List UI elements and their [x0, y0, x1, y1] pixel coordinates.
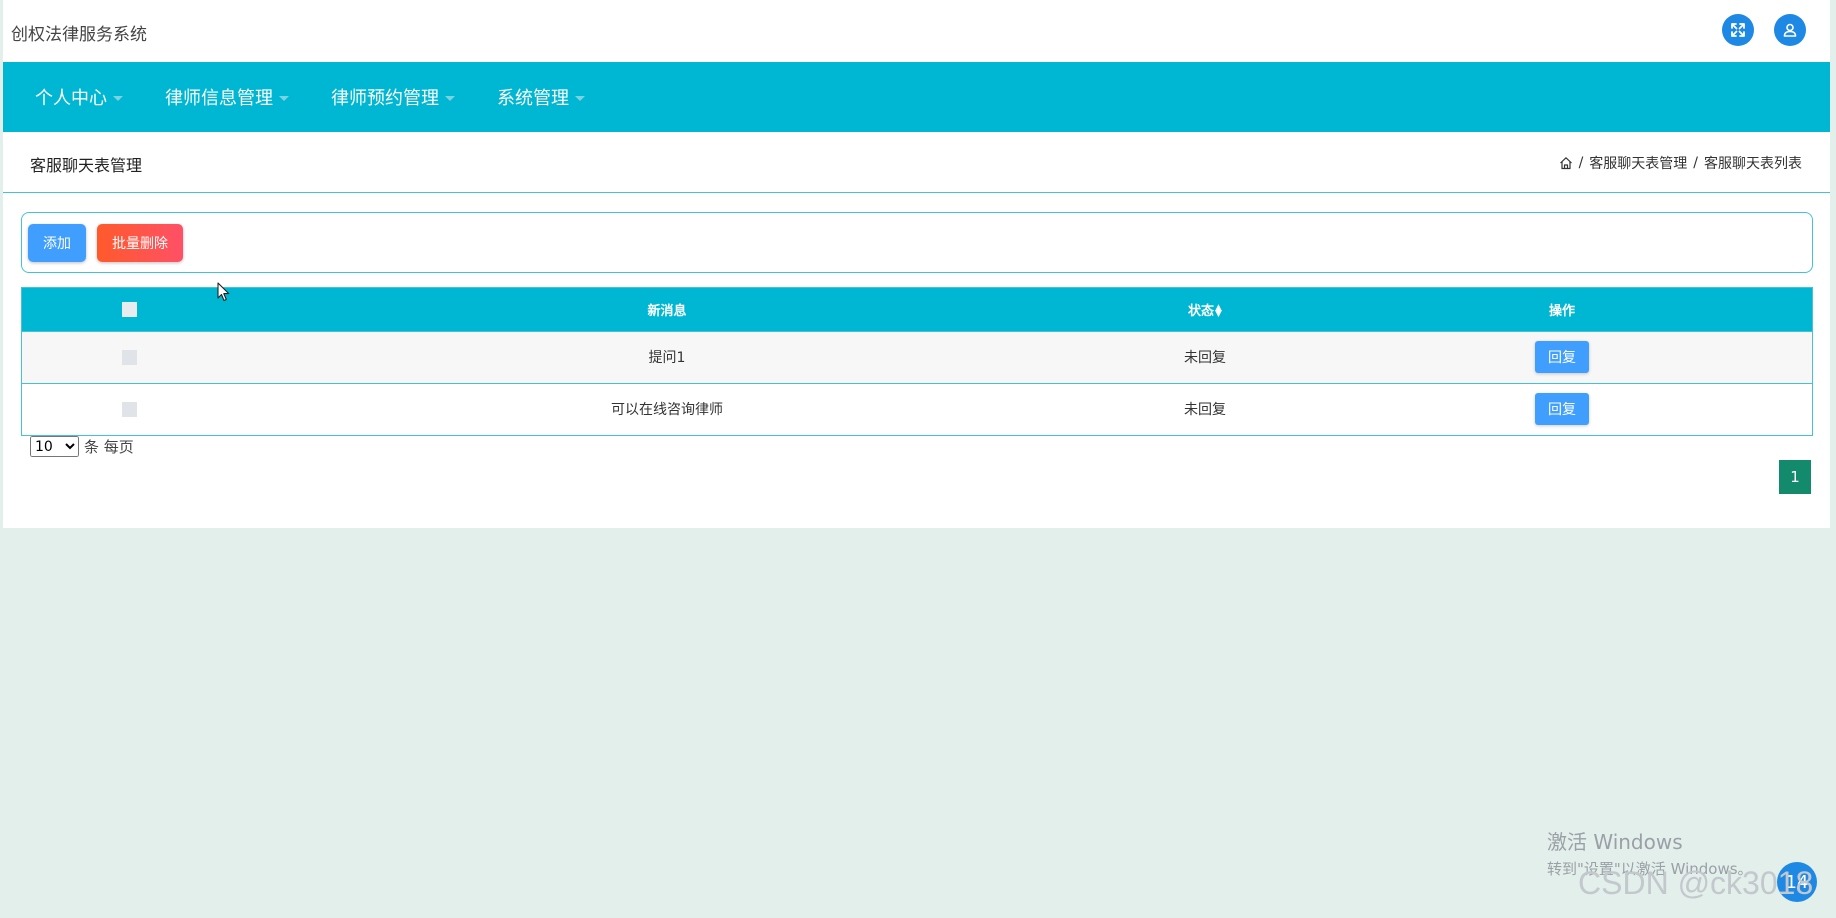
row-select-cell: [22, 331, 236, 383]
select-all-checkbox[interactable]: [121, 301, 137, 317]
status-cell: 未回复: [1184, 402, 1226, 419]
actions-cell: 回复: [1312, 331, 1812, 383]
main-nav: 个人中心 律师信息管理 律师预约管理 系统管理: [3, 62, 1830, 132]
table-header-row: 新消息 状态▲ ▼ 操作: [22, 288, 1812, 331]
row-checkbox[interactable]: [121, 349, 137, 365]
fullscreen-button[interactable]: [1722, 14, 1754, 46]
home-icon[interactable]: [1559, 156, 1573, 170]
top-header: 创权法律服务系统: [3, 0, 1830, 62]
csdn-watermark: CSDN @ck3018: [1578, 865, 1814, 901]
reply-button[interactable]: 回复: [1535, 341, 1589, 373]
user-icon: [1783, 23, 1797, 37]
column-header-status[interactable]: 状态▲ ▼: [1098, 288, 1312, 331]
breadcrumb-item-manage[interactable]: 客服聊天表管理: [1589, 153, 1687, 173]
page-header: 客服聊天表管理 / 客服聊天表管理 / 客服聊天表列表: [3, 132, 1830, 193]
sort-icon[interactable]: ▲ ▼: [1215, 304, 1222, 319]
nav-item-label: 系统管理: [497, 88, 569, 109]
watermark-title: 激活 Windows: [1547, 830, 1683, 854]
nav-item-label: 律师信息管理: [165, 88, 273, 109]
app-title: 创权法律服务系统: [11, 25, 147, 45]
actions-cell: 回复: [1312, 383, 1812, 435]
row-checkbox[interactable]: [121, 401, 137, 417]
column-header-label: 操作: [1548, 303, 1575, 319]
nav-item-label: 个人中心: [35, 88, 107, 109]
header-actions: [1722, 14, 1806, 46]
row-select-cell: [22, 383, 236, 435]
add-button[interactable]: 添加: [28, 223, 86, 262]
fullscreen-icon: [1731, 23, 1745, 37]
column-header-message: 新消息: [236, 288, 1098, 331]
batch-delete-button[interactable]: 批量删除: [97, 223, 183, 262]
column-header-label: 新消息: [647, 303, 687, 319]
select-all-cell: [22, 288, 236, 331]
mouse-cursor-icon: [217, 282, 230, 302]
caret-down-icon: [575, 95, 585, 101]
column-header-label: 状态: [1188, 303, 1215, 319]
nav-item-label: 律师预约管理: [331, 88, 439, 109]
reply-button[interactable]: 回复: [1535, 393, 1589, 426]
caret-down-icon: [445, 95, 455, 101]
pagination-page-button[interactable]: 1: [1779, 460, 1811, 494]
user-button[interactable]: [1774, 14, 1806, 46]
page-size-select[interactable]: 10: [30, 436, 79, 457]
page-title: 客服聊天表管理: [30, 156, 143, 175]
nav-item-lawyer-info[interactable]: 律师信息管理: [165, 84, 289, 110]
message-cell: 提问1: [648, 350, 686, 366]
page-size-control: 10 条 每页: [30, 436, 134, 457]
caret-down-icon: [279, 95, 289, 101]
message-cell: 可以在线咨询律师: [611, 402, 723, 419]
column-header-actions: 操作: [1312, 288, 1812, 331]
breadcrumb-separator: /: [1693, 155, 1698, 171]
nav-item-lawyer-appointment[interactable]: 律师预约管理: [331, 84, 455, 110]
action-toolbar: 添加 批量删除: [21, 212, 1813, 273]
breadcrumb-separator: /: [1578, 155, 1584, 171]
table-row: 提问1 未回复 回复: [22, 331, 1812, 383]
app-shell: 创权法律服务系统 个人中心 律师信息管理 律师预约管理 系统管理 客服聊天表管理…: [3, 0, 1830, 528]
nav-item-system[interactable]: 系统管理: [497, 84, 585, 110]
caret-down-icon: [113, 95, 123, 101]
chat-table: 新消息 状态▲ ▼ 操作 提问1 未回复 回复 可以在线咨询律师 未回复 回复: [21, 287, 1813, 436]
breadcrumb: / 客服聊天表管理 / 客服聊天表列表: [1559, 153, 1802, 173]
page-size-suffix: 条 每页: [84, 438, 134, 456]
table-row: 可以在线咨询律师 未回复 回复: [22, 383, 1812, 435]
breadcrumb-item-list: 客服聊天表列表: [1704, 156, 1802, 172]
nav-item-personal-center[interactable]: 个人中心: [35, 84, 123, 110]
status-cell: 未回复: [1184, 350, 1226, 366]
